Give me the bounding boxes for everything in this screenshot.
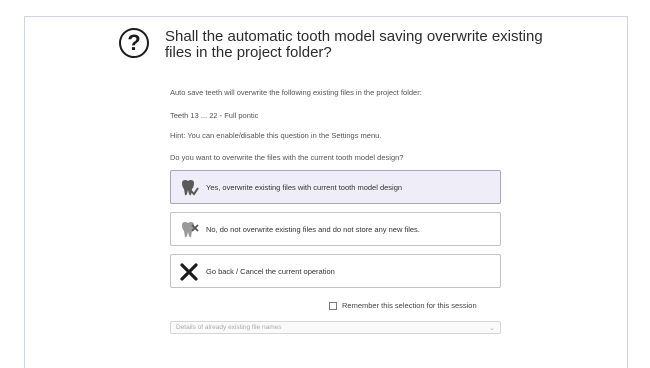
option-cancel[interactable]: Go back / Cancel the current operation bbox=[170, 254, 501, 288]
option-no-overwrite[interactable]: No, do not overwrite existing files and … bbox=[170, 212, 501, 246]
details-label: Details of already existing file names bbox=[176, 324, 282, 331]
remember-checkbox[interactable] bbox=[329, 302, 337, 310]
option-overwrite[interactable]: Yes, overwrite existing files with curre… bbox=[170, 170, 501, 204]
chevron-down-icon: ⌄ bbox=[489, 325, 495, 332]
cancel-x-icon bbox=[180, 263, 198, 281]
hint-text: Hint: You can enable/disable this questi… bbox=[170, 131, 382, 140]
files-text: Teeth 13 ... 22 - Full pontic bbox=[170, 111, 259, 120]
option-overwrite-label: Yes, overwrite existing files with curre… bbox=[206, 183, 403, 192]
info-text: Auto save teeth will overwrite the follo… bbox=[170, 88, 422, 97]
tooth-no-save-icon bbox=[182, 222, 199, 238]
remember-label: Remember this selection for this session bbox=[342, 301, 477, 310]
page-background: ? Shall the automatic tooth model saving… bbox=[0, 0, 650, 368]
option-no-overwrite-label: No, do not overwrite existing files and … bbox=[206, 225, 420, 234]
tooth-save-icon bbox=[182, 180, 199, 196]
question-text: Do you want to overwrite the files with … bbox=[170, 153, 404, 162]
dialog-title: Shall the automatic tooth model saving o… bbox=[165, 28, 543, 61]
option-cancel-label: Go back / Cancel the current operation bbox=[206, 267, 335, 276]
question-mark-icon: ? bbox=[119, 28, 149, 58]
details-dropdown[interactable]: Details of already existing file names ⌄ bbox=[170, 321, 501, 334]
